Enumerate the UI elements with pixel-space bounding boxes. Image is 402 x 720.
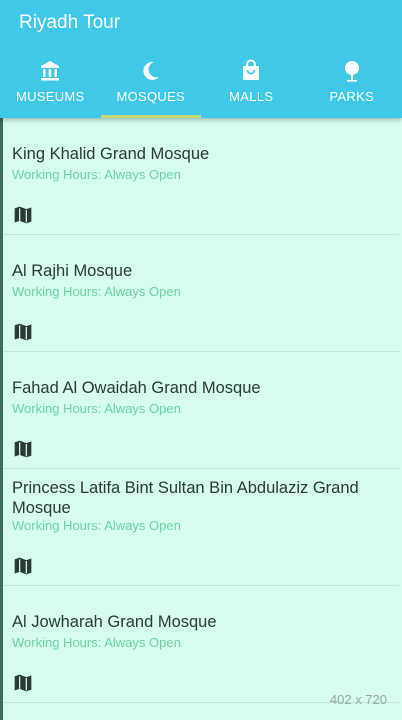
map-icon[interactable] xyxy=(13,673,33,693)
map-icon[interactable] xyxy=(13,439,33,459)
list-item[interactable]: King Khalid Grand Mosque Working Hours: … xyxy=(3,118,399,235)
place-name: Princess Latifa Bint Sultan Bin Abdulazi… xyxy=(12,479,359,517)
list-item[interactable]: Al Rajhi Mosque Working Hours: Always Op… xyxy=(3,235,399,352)
tab-malls-label: MALLS xyxy=(229,89,274,104)
working-hours: Working Hours: Always Open xyxy=(12,401,181,416)
shopping-bag-icon xyxy=(243,59,260,80)
dimensions-overlay: 402 x 720 xyxy=(329,692,387,707)
moon-icon xyxy=(143,61,159,80)
tab-parks[interactable]: PARKS xyxy=(302,50,402,118)
place-name: Al Rajhi Mosque xyxy=(12,262,133,280)
map-icon[interactable] xyxy=(13,322,33,342)
tab-museums-label: MUSEUMS xyxy=(15,89,85,104)
list-item[interactable]: Princess Latifa Bint Sultan Bin Abdulazi… xyxy=(3,469,399,586)
active-tab-indicator xyxy=(100,115,201,118)
working-hours: Working Hours: Always Open xyxy=(12,635,181,650)
place-name: Al Jowharah Grand Mosque xyxy=(12,613,217,631)
tab-malls[interactable]: MALLS xyxy=(201,50,302,118)
museum-icon xyxy=(41,61,60,81)
working-hours: Working Hours: Always Open xyxy=(12,167,181,182)
list-item[interactable]: Fahad Al Owaidah Grand Mosque Working Ho… xyxy=(3,352,399,469)
tab-museums[interactable]: MUSEUMS xyxy=(0,50,101,118)
place-name: King Khalid Grand Mosque xyxy=(12,145,210,163)
map-icon[interactable] xyxy=(13,556,33,576)
tree-icon xyxy=(344,61,359,82)
places-list[interactable]: King Khalid Grand Mosque Working Hours: … xyxy=(3,118,402,720)
tab-mosques[interactable]: MOSQUES xyxy=(100,50,201,118)
map-icon[interactable] xyxy=(13,205,33,225)
working-hours: Working Hours: Always Open xyxy=(12,518,181,533)
tab-bar: MUSEUMS MOSQUES MALLS PARKS xyxy=(0,50,402,118)
place-name: Fahad Al Owaidah Grand Mosque xyxy=(12,379,261,397)
tab-mosques-label: MOSQUES xyxy=(116,89,186,104)
app-bar: Riyadh Tour MUSEUMS MOSQUES MALLS PARKS xyxy=(0,0,402,118)
working-hours: Working Hours: Always Open xyxy=(12,284,181,299)
list-item[interactable]: Al Jowharah Grand Mosque Working Hours: … xyxy=(3,586,399,703)
tab-parks-label: PARKS xyxy=(329,89,375,104)
app-title: Riyadh Tour xyxy=(19,12,121,33)
